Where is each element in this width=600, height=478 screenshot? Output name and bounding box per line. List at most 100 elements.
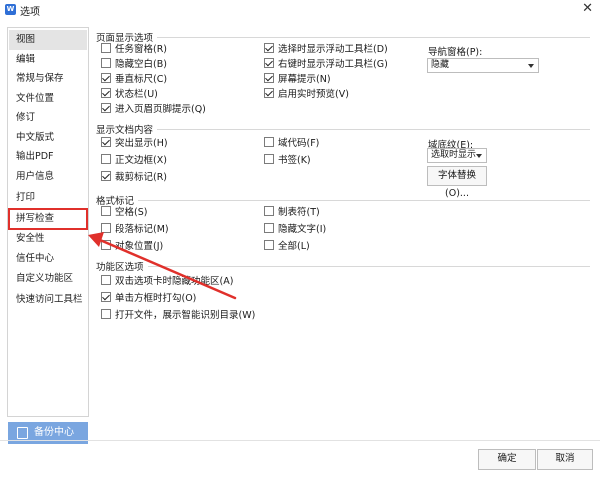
option-label: 突出显示(H) — [115, 138, 168, 149]
checkbox[interactable] — [101, 43, 111, 53]
close-icon[interactable]: ✕ — [582, 1, 593, 16]
sidebar-item-general-save[interactable]: 常规与保存 — [9, 69, 87, 89]
option-label: 选择时显示浮动工具栏(D) — [278, 44, 388, 55]
backup-center-label: 备份中心 — [34, 427, 74, 438]
option-field-codes[interactable]: 域代码(F) — [264, 137, 319, 151]
cancel-button[interactable]: 取消 — [537, 449, 593, 470]
checkbox[interactable] — [264, 154, 274, 164]
option-label: 全部(L) — [278, 241, 310, 252]
option-screen-tips[interactable]: 屏幕提示(N) — [264, 73, 331, 87]
option-paragraph-marks[interactable]: 段落标记(M) — [101, 223, 169, 237]
checkbox-checked[interactable] — [264, 73, 274, 83]
section-divider — [96, 266, 590, 267]
option-status-bar[interactable]: 状态栏(U) — [101, 88, 158, 102]
option-label: 域代码(F) — [278, 138, 320, 149]
checkbox[interactable] — [101, 58, 111, 68]
checkbox[interactable] — [101, 154, 111, 164]
checkbox[interactable] — [264, 206, 274, 216]
field-shading-value: 选取时显示 — [431, 150, 477, 160]
chevron-down-icon — [528, 64, 534, 68]
checkbox-checked[interactable] — [101, 171, 111, 181]
sidebar-item-output-pdf[interactable]: 输出PDF — [9, 147, 87, 167]
option-label: 打开文件，展示智能识别目录(W) — [115, 310, 256, 321]
option-label: 进入页眉页脚提示(Q) — [115, 104, 206, 115]
section-title-format-marks: 格式标记 — [96, 193, 139, 207]
sidebar-item-view[interactable]: 视图 — [9, 30, 87, 50]
backup-icon — [17, 427, 28, 439]
checkbox[interactable] — [264, 223, 274, 233]
option-label: 右键时显示浮动工具栏(G) — [278, 59, 388, 70]
option-label: 段落标记(M) — [115, 224, 169, 235]
option-label: 垂直标尺(C) — [115, 74, 168, 85]
option-hide-blank[interactable]: 隐藏空白(B) — [101, 58, 167, 72]
option-highlight[interactable]: 突出显示(H) — [101, 137, 168, 151]
sidebar-item-file-location[interactable]: 文件位置 — [9, 89, 87, 109]
checkbox[interactable] — [264, 137, 274, 147]
option-crop-marks[interactable]: 裁剪标记(R) — [101, 171, 167, 185]
sidebar-item-security[interactable]: 安全性 — [9, 229, 87, 249]
option-label: 屏幕提示(N) — [278, 74, 331, 85]
checkbox-checked[interactable] — [264, 88, 274, 98]
checkbox[interactable] — [101, 309, 111, 319]
option-label: 空格(S) — [115, 207, 148, 218]
checkbox-checked[interactable] — [101, 292, 111, 302]
sidebar-item-user-info[interactable]: 用户信息 — [9, 167, 87, 187]
option-bookmarks[interactable]: 书签(K) — [264, 154, 311, 168]
option-label: 对象位置(J) — [115, 241, 164, 252]
sidebar-item-revision[interactable]: 修订 — [9, 108, 87, 128]
nav-pane-label: 导航窗格(P): — [428, 47, 483, 58]
ok-button[interactable]: 确定 — [478, 449, 536, 470]
sidebar-item-trust-center[interactable]: 信任中心 — [9, 249, 87, 269]
checkbox-checked[interactable] — [101, 137, 111, 147]
checkbox[interactable] — [101, 206, 111, 216]
checkbox[interactable] — [101, 240, 111, 250]
option-vertical-ruler[interactable]: 垂直标尺(C) — [101, 73, 167, 87]
option-all-marks[interactable]: 全部(L) — [264, 240, 310, 254]
option-smart-toc[interactable]: 打开文件，展示智能识别目录(W) — [101, 309, 255, 323]
sidebar-item-custom-ribbon[interactable]: 自定义功能区 — [9, 269, 87, 289]
sidebar-item-edit[interactable]: 编辑 — [9, 50, 87, 70]
option-float-toolbar-rightclick[interactable]: 右键时显示浮动工具栏(G) — [264, 58, 388, 72]
font-substitution-button[interactable]: 字体替换(O)... — [427, 166, 487, 199]
option-float-toolbar-select[interactable]: 选择时显示浮动工具栏(D) — [264, 43, 388, 57]
sidebar-item-spell-check[interactable]: 拼写检查 — [8, 208, 88, 230]
nav-pane-value: 隐藏 — [431, 60, 450, 70]
sidebar-item-chinese-layout[interactable]: 中文版式 — [9, 128, 87, 148]
option-label: 隐藏文字(I) — [278, 224, 327, 235]
option-label: 裁剪标记(R) — [115, 172, 168, 183]
option-header-footer-hint[interactable]: 进入页眉页脚提示(Q) — [101, 103, 206, 117]
option-spaces[interactable]: 空格(S) — [101, 206, 147, 220]
section-divider — [96, 200, 590, 201]
section-divider — [96, 129, 590, 130]
checkbox-checked[interactable] — [101, 73, 111, 83]
sidebar-item-quick-access[interactable]: 快速访问工具栏 — [9, 290, 87, 310]
option-dblclick-hide-ribbon[interactable]: 双击选项卡时隐藏功能区(A) — [101, 275, 233, 289]
option-task-pane[interactable]: 任务窗格(R) — [101, 43, 167, 57]
checkbox-checked[interactable] — [101, 103, 111, 113]
option-label: 正文边框(X) — [115, 155, 167, 166]
chevron-down-icon — [476, 154, 482, 158]
option-tabs[interactable]: 制表符(T) — [264, 206, 320, 220]
checkbox[interactable] — [264, 240, 274, 250]
checkbox-checked[interactable] — [101, 88, 111, 98]
option-text-boundaries[interactable]: 正文边框(X) — [101, 154, 167, 168]
field-shading-select[interactable]: 选取时显示 — [427, 148, 487, 163]
section-title-ribbon: 功能区选项 — [96, 259, 148, 273]
checkbox[interactable] — [101, 223, 111, 233]
checkbox-checked[interactable] — [264, 58, 274, 68]
checkbox[interactable] — [101, 275, 111, 285]
option-click-box-check[interactable]: 单击方框时打勾(O) — [101, 292, 196, 306]
section-title-doc-content: 显示文档内容 — [96, 122, 158, 136]
nav-pane-select[interactable]: 隐藏 — [427, 58, 539, 73]
option-label: 双击选项卡时隐藏功能区(A) — [115, 276, 234, 287]
footer-divider — [0, 440, 600, 441]
sidebar-nav: 视图 编辑 常规与保存 文件位置 修订 中文版式 输出PDF 用户信息 打印 拼… — [7, 27, 89, 417]
option-label: 状态栏(U) — [115, 89, 158, 100]
sidebar-item-print[interactable]: 打印 — [9, 188, 87, 208]
option-hidden-text[interactable]: 隐藏文字(I) — [264, 223, 326, 237]
option-label: 单击方框时打勾(O) — [115, 293, 197, 304]
option-live-preview[interactable]: 启用实时预览(V) — [264, 88, 349, 102]
checkbox-checked[interactable] — [264, 43, 274, 53]
option-object-anchors[interactable]: 对象位置(J) — [101, 240, 163, 254]
option-label: 书签(K) — [278, 155, 311, 166]
